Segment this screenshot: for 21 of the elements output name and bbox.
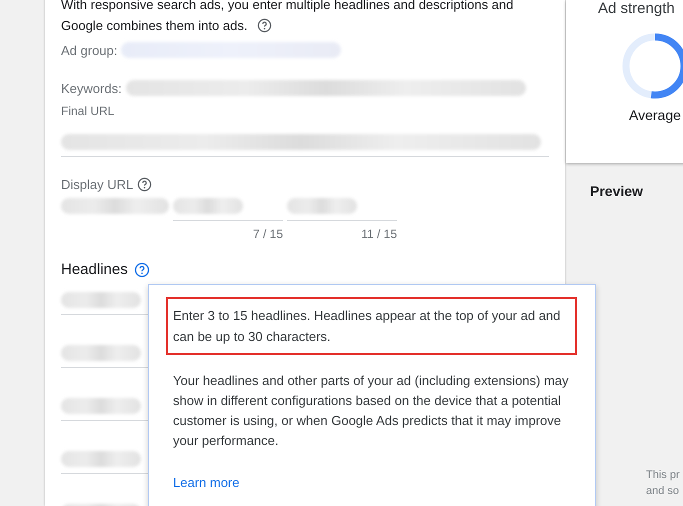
path-field[interactable] bbox=[287, 198, 397, 221]
strength-meter bbox=[620, 31, 683, 101]
character-counter: 7 / 15 bbox=[252, 227, 283, 241]
keywords-label: Keywords: bbox=[61, 80, 122, 96]
preview-heading: Preview bbox=[590, 183, 644, 199]
tooltip-text: Enter 3 to 15 headlines. Headlines appear at the top of your ad and can be up to 30 characters. bbox=[173, 307, 562, 346]
tooltip-text: Your headlines and other parts of your ad (including extensions) may show in different configurations based on the device that a potential customer is using, or when Google Ads predicts that it may improve your performance. bbox=[173, 372, 570, 450]
character-counter: 11 / 15 bbox=[361, 227, 397, 241]
display-url-label: Display URL bbox=[61, 177, 134, 192]
learn-more-link[interactable]: Learn more bbox=[173, 475, 240, 490]
help-icon[interactable] bbox=[134, 262, 150, 278]
ad-strength-title: Ad strength bbox=[598, 0, 676, 17]
final-url-label: Final URL bbox=[61, 104, 114, 118]
help-icon[interactable] bbox=[257, 18, 272, 33]
headlines-heading: Headlines bbox=[61, 261, 128, 278]
preview-note: and so bbox=[646, 484, 680, 499]
help-icon[interactable] bbox=[137, 177, 152, 192]
ad-group-label: Ad group: bbox=[61, 42, 118, 58]
path-field[interactable] bbox=[173, 198, 283, 221]
strength-rating: Average bbox=[629, 107, 682, 123]
preview-note: This pr bbox=[646, 468, 681, 483]
